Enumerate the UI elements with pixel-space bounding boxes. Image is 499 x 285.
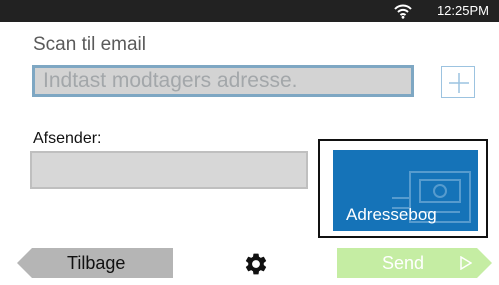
settings-button[interactable] [243, 251, 269, 277]
send-button[interactable]: Send [337, 248, 492, 278]
address-book-label: Adressebog [346, 205, 437, 224]
plus-icon [449, 73, 469, 93]
back-button-label: Tilbage [67, 253, 126, 273]
back-button[interactable]: Tilbage [17, 248, 173, 278]
status-bar: 12:25PM [0, 0, 499, 22]
status-time: 12:25PM [436, 3, 489, 18]
screen-title: Scan til email [33, 34, 146, 55]
sender-field[interactable] [30, 151, 308, 189]
recipient-address-input[interactable] [32, 65, 414, 97]
send-button-label: Send [382, 253, 425, 273]
play-arrow-icon [460, 256, 472, 270]
sender-label: Afsender: [33, 130, 102, 147]
address-book-button[interactable]: Adressebog [333, 150, 478, 231]
wifi-icon [394, 4, 412, 19]
gear-icon [245, 253, 267, 275]
add-recipient-button[interactable] [441, 66, 475, 98]
